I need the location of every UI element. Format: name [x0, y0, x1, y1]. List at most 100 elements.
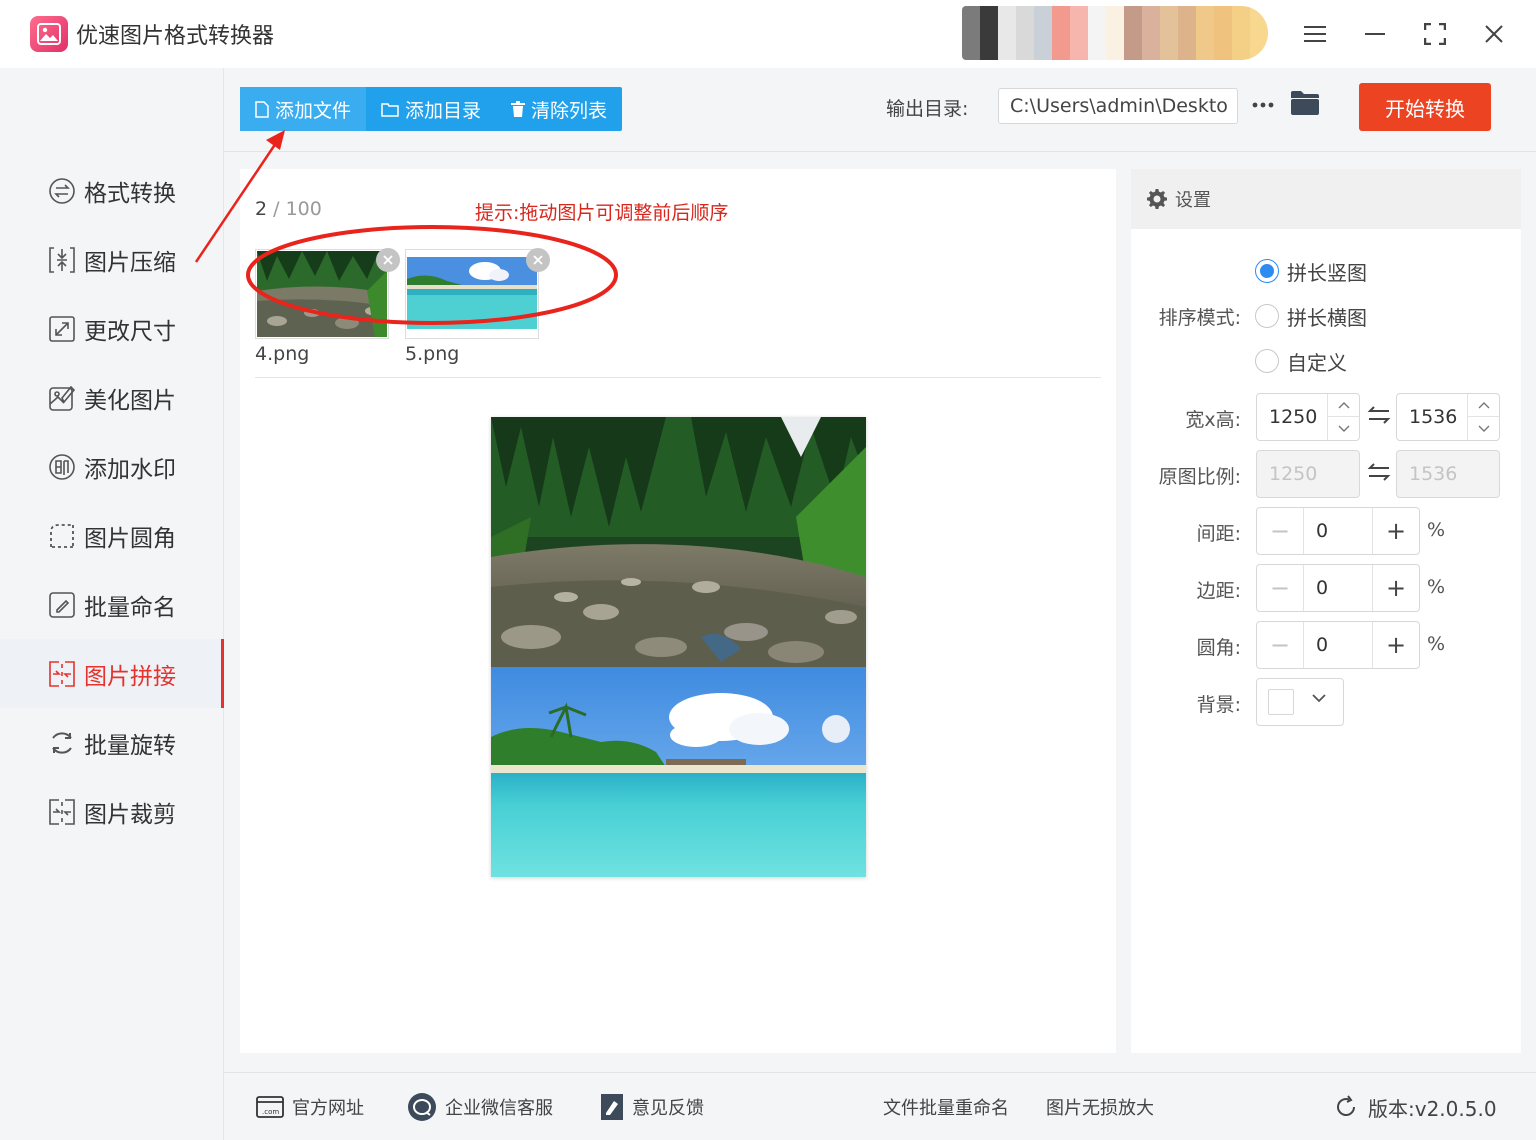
increase-button[interactable]: +: [1372, 565, 1419, 611]
background-color-picker[interactable]: [1256, 678, 1344, 726]
add-folder-button[interactable]: 添加目录: [366, 87, 496, 131]
margin-value[interactable]: 0: [1304, 565, 1372, 611]
sidebar-item-rotate[interactable]: 批量旋转: [0, 708, 224, 777]
sidebar-item-stitch[interactable]: 图片拼接: [0, 639, 224, 708]
chevron-down-icon: [1478, 425, 1489, 432]
version-info[interactable]: 版本:v2.0.5.0: [1334, 1073, 1497, 1140]
open-folder-button[interactable]: [1290, 90, 1322, 120]
thumbnail-filename: 5.png: [405, 343, 460, 365]
radius-label: 圆角:: [1196, 637, 1241, 659]
height-input[interactable]: 1536: [1396, 393, 1500, 441]
remove-file-button[interactable]: [376, 248, 400, 272]
more-options-button[interactable]: [1248, 90, 1278, 120]
sidebar-item-format-convert[interactable]: 格式转换: [0, 156, 224, 225]
clear-list-button[interactable]: 清除列表: [496, 87, 622, 131]
remove-file-button[interactable]: [526, 248, 550, 272]
decrease-button[interactable]: −: [1257, 565, 1304, 611]
spin-up-button[interactable]: [1328, 394, 1359, 417]
website-icon: .com: [256, 1096, 284, 1118]
decrease-button[interactable]: −: [1257, 508, 1304, 554]
settings-panel: 设置 排序模式: 拼长竖图 拼长横图 自定义 宽x高: 1250 1536 原图…: [1131, 169, 1521, 1053]
sidebar-item-rename[interactable]: 批量命名: [0, 570, 224, 639]
sidebar-item-beautify[interactable]: 美化图片: [0, 363, 224, 432]
output-dir-input[interactable]: C:\Users\admin\Deskto: [998, 88, 1238, 124]
rename-icon: [48, 591, 76, 619]
increase-button[interactable]: +: [1372, 508, 1419, 554]
width-spinner: [1327, 394, 1359, 440]
svg-text:.com: .com: [262, 1108, 279, 1116]
spin-down-button[interactable]: [1328, 417, 1359, 440]
radio-custom[interactable]: 自定义: [1255, 346, 1347, 376]
chevron-down-icon: [1312, 694, 1326, 703]
thumbnail-image: [257, 251, 387, 337]
beautify-icon: [48, 384, 76, 412]
title-bar: 优速图片格式转换器: [0, 0, 1536, 68]
gap-value[interactable]: 0: [1304, 508, 1372, 554]
lossless-enlarge-link[interactable]: 图片无损放大: [1046, 1073, 1154, 1140]
chevron-up-icon: [1338, 401, 1349, 408]
batch-rename-link[interactable]: 文件批量重命名: [883, 1073, 1009, 1140]
increase-button[interactable]: +: [1372, 622, 1419, 668]
close-icon: [383, 255, 393, 265]
gap-stepper: − 0 +: [1256, 507, 1420, 555]
radius-stepper: − 0 +: [1256, 621, 1420, 669]
sidebar-item-resize[interactable]: 更改尺寸: [0, 294, 224, 363]
compress-icon: [48, 246, 76, 274]
swap-size-button[interactable]: [1367, 406, 1393, 426]
output-dir-label: 输出目录:: [886, 98, 969, 120]
file-count: 2 / 100: [255, 198, 322, 220]
margin-label: 边距:: [1196, 580, 1241, 602]
height-spinner: [1467, 394, 1499, 440]
rotate-icon: [48, 729, 76, 757]
sort-mode-label: 排序模式:: [1158, 307, 1241, 329]
start-convert-button[interactable]: 开始转换: [1359, 83, 1491, 131]
footer: .com 官方网址 企业微信客服 意见反馈 文件批量重命名 图片无损放大 版本:…: [224, 1072, 1536, 1140]
radius-value[interactable]: 0: [1304, 622, 1372, 668]
color-swatch: [1268, 689, 1294, 715]
spin-up-button[interactable]: [1468, 394, 1499, 417]
format-convert-icon: [48, 177, 76, 205]
size-label: 宽x高:: [1185, 409, 1241, 431]
width-input[interactable]: 1250: [1256, 393, 1360, 441]
radio-circle: [1255, 304, 1279, 328]
divider: [255, 377, 1101, 378]
decrease-button[interactable]: −: [1257, 622, 1304, 668]
minimize-icon[interactable]: [1357, 16, 1393, 52]
sidebar-item-crop[interactable]: 图片裁剪: [0, 777, 224, 846]
trash-icon: [511, 101, 526, 117]
spin-down-button[interactable]: [1468, 417, 1499, 440]
thumbnail-4-png[interactable]: [255, 248, 400, 339]
radio-vertical[interactable]: 拼长竖图: [1255, 256, 1367, 286]
stitch-preview-image: [491, 417, 866, 877]
radio-horizontal[interactable]: 拼长横图: [1255, 301, 1367, 331]
swap-icon: [1367, 463, 1391, 481]
sidebar-item-round-corner[interactable]: 图片圆角: [0, 501, 224, 570]
ratio-label: 原图比例:: [1158, 466, 1241, 488]
thumbnail-5-png[interactable]: [405, 248, 550, 339]
thumbnail-filename: 4.png: [255, 343, 310, 365]
app-title: 优速图片格式转换器: [76, 24, 275, 49]
feedback-icon: [601, 1094, 623, 1120]
ratio-height-input: 1536: [1396, 450, 1500, 498]
menu-icon[interactable]: [1297, 16, 1333, 52]
add-file-button[interactable]: 添加文件: [240, 87, 367, 131]
radio-circle: [1255, 349, 1279, 373]
close-icon[interactable]: [1476, 16, 1512, 52]
swap-ratio-button[interactable]: [1367, 463, 1393, 483]
margin-stepper: − 0 +: [1256, 564, 1420, 612]
maximize-icon[interactable]: [1417, 16, 1453, 52]
radio-circle: [1255, 259, 1279, 283]
stitch-icon: [48, 660, 76, 688]
sidebar-item-watermark[interactable]: 添加水印: [0, 432, 224, 501]
close-icon: [533, 255, 543, 265]
official-website-link[interactable]: .com 官方网址: [256, 1073, 364, 1140]
file-icon: [255, 100, 269, 118]
file-list-panel: 2 / 100 提示:拖动图片可调整前后顺序 4.png 5.png: [240, 169, 1116, 1053]
wechat-service-link[interactable]: 企业微信客服: [407, 1073, 553, 1140]
user-avatar-blurred[interactable]: [962, 6, 1268, 60]
file-button-group: 添加文件 添加目录 清除列表: [240, 87, 623, 131]
feedback-link[interactable]: 意见反馈: [600, 1073, 704, 1140]
round-corner-icon: [48, 522, 76, 550]
sidebar-item-compress[interactable]: 图片压缩: [0, 225, 224, 294]
crop-icon: [48, 798, 76, 826]
